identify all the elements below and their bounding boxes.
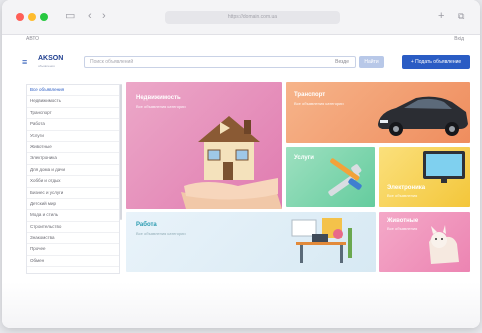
login-link[interactable]: Вхід (454, 36, 464, 42)
sidebar-item[interactable]: Знакомства (27, 233, 119, 245)
menu-icon[interactable]: ≡ (22, 57, 27, 67)
sidebar-item[interactable]: Обмен (27, 256, 119, 268)
address-bar[interactable]: https://domain.com.ua (165, 11, 340, 24)
sidebar-item[interactable]: Электроника (27, 153, 119, 165)
tv-illustration (423, 151, 465, 183)
sidebar-item-all[interactable]: Все объявления (27, 85, 119, 97)
top-left-link[interactable]: АВТО (26, 36, 39, 42)
back-icon[interactable]: ‹ (88, 9, 92, 23)
tile-electronics[interactable]: Электроника Все объявления (379, 147, 470, 207)
browser-window: ▭ ‹ › https://domain.com.ua + ⧉ АВТО Вхі… (2, 0, 480, 328)
category-sidebar: Все объявления Недвижимость Транспорт Ра… (26, 84, 120, 274)
sidebar-item[interactable]: Хобби и отдых (27, 176, 119, 188)
sidebar-item[interactable]: Транспорт (27, 108, 119, 120)
post-ad-button[interactable]: + Подать объявление (402, 55, 470, 69)
tile-pets[interactable]: Животные Все объявления (379, 212, 470, 272)
sidebar-item[interactable]: Недвижимость (27, 96, 119, 108)
sidebar-item[interactable]: Мода и стиль (27, 210, 119, 222)
tile-services[interactable]: Услуги (286, 147, 375, 207)
page-bottom-area (2, 282, 480, 328)
sidebar-item[interactable]: Бизнес и услуги (27, 188, 119, 199)
search-input[interactable]: Поиск объявлений Везде (84, 56, 356, 68)
logo-tagline: объявления (38, 64, 55, 68)
tile-transport[interactable]: Транспорт Все объявления категории (286, 82, 470, 143)
tile-job[interactable]: Работа Все объявления категории (126, 212, 376, 272)
sidebar-item[interactable]: Работа (27, 119, 119, 131)
site-header: ≡ AKSON объявления Поиск объявлений Везд… (2, 50, 480, 76)
sidebar-item[interactable]: Для дома и дачи (27, 165, 119, 177)
search-placeholder: Поиск объявлений (90, 59, 134, 65)
new-tab-icon[interactable]: + (438, 9, 444, 23)
sidebar-scrollbar[interactable] (120, 84, 122, 220)
sidebar-item[interactable]: Животные (27, 142, 119, 154)
search-button[interactable]: Найти (359, 56, 384, 68)
car-illustration (378, 96, 468, 136)
sidebar-item[interactable]: Детский мир (27, 199, 119, 211)
sidebar-item[interactable]: Строительство (27, 222, 119, 234)
maximize-window-button[interactable] (40, 13, 48, 21)
browser-titlebar: ▭ ‹ › https://domain.com.ua + ⧉ (2, 0, 480, 35)
close-window-button[interactable] (16, 13, 24, 21)
search-scope-select[interactable]: Везде (335, 59, 349, 65)
tile-real-estate[interactable]: Недвижимость Все объявления категории (126, 82, 282, 209)
site-logo[interactable]: AKSON (38, 55, 63, 62)
forward-icon[interactable]: › (102, 9, 106, 23)
workplace-illustration (291, 218, 352, 263)
pets-illustration (429, 225, 459, 264)
minimize-window-button[interactable] (28, 13, 36, 21)
sidebar-toggle-icon[interactable]: ▭ (65, 9, 75, 23)
tabs-overview-icon[interactable]: ⧉ (458, 9, 464, 23)
tools-illustration (328, 158, 362, 196)
top-links-bar: АВТО Вхід (2, 34, 480, 44)
sidebar-item[interactable]: Услуги (27, 131, 119, 142)
sidebar-item[interactable]: Прочее (27, 244, 119, 256)
house-in-hand-illustration (181, 116, 282, 209)
